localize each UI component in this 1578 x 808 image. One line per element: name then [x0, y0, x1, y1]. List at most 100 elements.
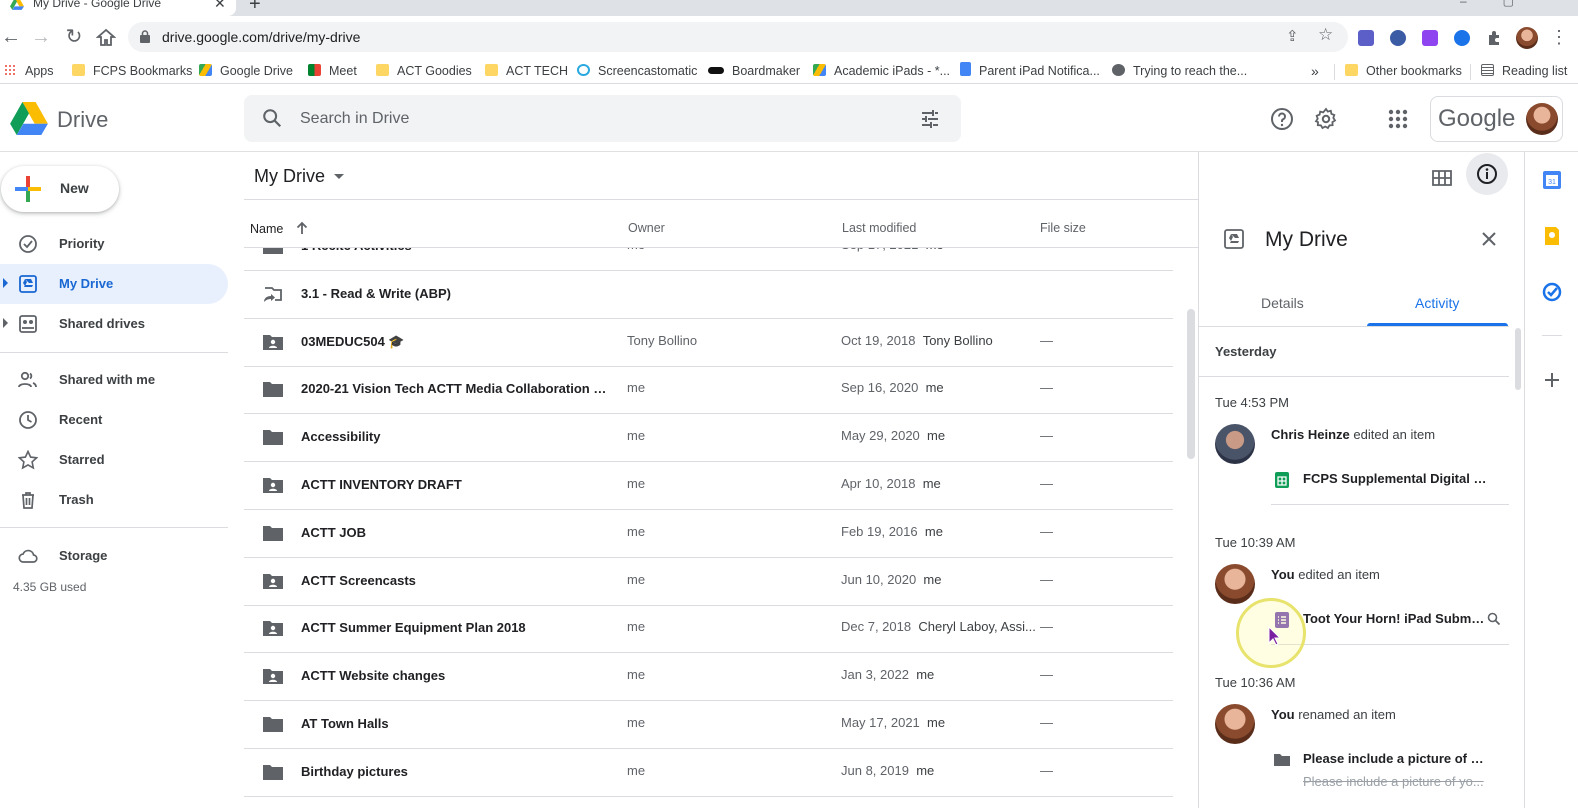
- bookmark-boardmaker[interactable]: Boardmaker: [708, 62, 800, 80]
- bookmark-trying-to-reach[interactable]: Trying to reach the...: [1112, 62, 1247, 80]
- file-last-modified: Jan 3, 2022 me: [841, 667, 935, 683]
- activity-avatar: [1215, 704, 1255, 744]
- purple-extension-icon[interactable]: [1422, 30, 1438, 46]
- file-name[interactable]: 2020-21 Vision Tech ACTT Media Collabora…: [301, 381, 611, 396]
- sidebar-item-starred[interactable]: Starred: [0, 440, 228, 480]
- sidebar-item-trash[interactable]: Trash: [0, 480, 228, 520]
- column-header-file-size[interactable]: File size: [1040, 221, 1086, 235]
- search-icon[interactable]: [1487, 612, 1501, 626]
- browser-menu-icon[interactable]: ⋮: [1548, 23, 1570, 51]
- file-name[interactable]: Accessibility: [301, 429, 381, 444]
- extensions-puzzle-icon[interactable]: [1486, 30, 1502, 46]
- file-name[interactable]: 03MEDUC504 🎓: [301, 334, 405, 350]
- breadcrumb-dropdown-icon[interactable]: [334, 174, 344, 179]
- sidebar-item-storage[interactable]: Storage: [0, 536, 228, 576]
- home-icon[interactable]: [96, 28, 116, 46]
- google-drive-logo-icon[interactable]: [10, 102, 48, 136]
- search-options-icon[interactable]: [920, 109, 940, 129]
- bookmark-act-goodies[interactable]: ACT Goodies: [376, 62, 472, 80]
- column-header-last-modified[interactable]: Last modified: [842, 221, 916, 235]
- table-row[interactable]: 3.1 - Read & Write (ABP): [244, 271, 1173, 319]
- account-avatar[interactable]: [1526, 103, 1558, 135]
- bookmark-fcps[interactable]: FCPS Bookmarks: [72, 62, 192, 80]
- table-row[interactable]: ACTT Summer Equipment Plan 2018 me Dec 7, …: [244, 605, 1173, 654]
- other-bookmarks[interactable]: Other bookmarks: [1345, 62, 1462, 80]
- bookmark-meet[interactable]: Meet: [308, 62, 357, 80]
- table-row[interactable]: ACTT Website changes me Jan 3, 2022 me —: [244, 653, 1173, 702]
- file-name[interactable]: 1 Recite Activities: [301, 248, 412, 253]
- google-account-button[interactable]: Google: [1430, 96, 1563, 142]
- teams-extension-icon[interactable]: [1358, 30, 1374, 46]
- bookmark-screencastomatic[interactable]: Screencastomatic: [577, 62, 697, 80]
- back-arrow-icon[interactable]: ←: [0, 23, 22, 51]
- file-name[interactable]: AT Town Halls: [301, 716, 389, 731]
- search-input[interactable]: Search in Drive: [300, 110, 409, 128]
- google-calendar-icon[interactable]: 31: [1542, 170, 1562, 190]
- file-name[interactable]: 3.1 - Read & Write (ABP): [301, 286, 451, 301]
- file-name[interactable]: ACTT JOB: [301, 525, 366, 540]
- bookmarks-overflow-icon[interactable]: »: [1311, 62, 1319, 80]
- activity-file-link[interactable]: Toot Your Horn! iPad Submiss...: [1303, 611, 1487, 626]
- browser-tab[interactable]: My Drive - Google Drive ✕: [0, 0, 236, 16]
- file-name[interactable]: Birthday pictures: [301, 764, 408, 779]
- tab-activity[interactable]: Activity: [1415, 295, 1459, 311]
- google-tasks-icon[interactable]: [1542, 282, 1562, 302]
- activity-file-link[interactable]: FCPS Supplemental Digital To...: [1303, 471, 1487, 486]
- sidebar-item-shared-drives[interactable]: Shared drives: [0, 304, 228, 344]
- tab-close-icon[interactable]: ✕: [214, 0, 226, 12]
- tab-details[interactable]: Details: [1261, 295, 1304, 311]
- add-addon-plus-icon[interactable]: [1542, 370, 1562, 390]
- k-extension-icon[interactable]: [1390, 30, 1406, 46]
- google-apps-icon[interactable]: [1386, 107, 1410, 131]
- app-name[interactable]: Drive: [57, 107, 108, 133]
- sidebar-item-my-drive[interactable]: My Drive: [0, 264, 228, 304]
- reading-list[interactable]: Reading list: [1481, 62, 1567, 80]
- table-row[interactable]: ACTT INVENTORY DRAFT me Apr 10, 2018 me —: [244, 462, 1173, 510]
- reload-icon[interactable]: ↻: [63, 23, 85, 51]
- help-icon[interactable]: [1270, 107, 1294, 131]
- new-tab-button[interactable]: +: [249, 0, 261, 16]
- bookmark-star-icon[interactable]: ☆: [1318, 25, 1333, 45]
- sidebar-item-shared-with-me[interactable]: Shared with me: [0, 360, 228, 400]
- search-bar[interactable]: Search in Drive: [244, 95, 961, 142]
- table-row[interactable]: Accessibility me May 29, 2020 me —: [244, 414, 1173, 463]
- blue-extension-icon[interactable]: [1454, 30, 1470, 46]
- sidebar-item-priority[interactable]: Priority: [0, 224, 228, 264]
- table-row[interactable]: AT Town Halls me May 17, 2021 me —: [244, 701, 1173, 749]
- search-icon[interactable]: [261, 107, 283, 129]
- breadcrumb-my-drive[interactable]: My Drive: [254, 166, 325, 187]
- bookmark-parent-ipad[interactable]: Parent iPad Notifica...: [960, 62, 1100, 80]
- file-list-scrollbar[interactable]: [1187, 309, 1195, 459]
- table-row[interactable]: 2020-21 Vision Tech ACTT Media Collabora…: [244, 366, 1173, 415]
- sidebar-item-recent[interactable]: Recent: [0, 400, 228, 440]
- file-name[interactable]: ACTT INVENTORY DRAFT: [301, 477, 462, 492]
- table-row[interactable]: 03MEDUC504 🎓 Tony Bollino Oct 19, 2018 Ton…: [244, 319, 1173, 367]
- column-header-owner[interactable]: Owner: [628, 221, 665, 235]
- profile-avatar[interactable]: [1516, 27, 1538, 49]
- table-row[interactable]: Birthday pictures me Jun 8, 2019 me —: [244, 749, 1173, 797]
- close-icon[interactable]: [1479, 229, 1499, 249]
- bookmark-act-tech[interactable]: ACT TECH: [485, 62, 568, 80]
- table-row[interactable]: ACTT Screencasts me Jun 10, 2020 me —: [244, 558, 1173, 606]
- google-keep-icon[interactable]: [1542, 226, 1562, 246]
- forward-arrow-icon[interactable]: →: [30, 23, 52, 51]
- expand-caret-icon[interactable]: [3, 318, 8, 328]
- share-icon[interactable]: ⇪: [1286, 27, 1299, 45]
- window-controls[interactable]: –▢: [1460, 0, 1550, 8]
- table-row[interactable]: 1 Recite Activities me Sep 17, 2021 me —: [244, 248, 1173, 271]
- sort-ascending-arrow-icon[interactable]: [295, 221, 309, 235]
- details-scrollbar[interactable]: [1515, 328, 1521, 390]
- bookmark-academic-ipads[interactable]: Academic iPads - *...: [813, 62, 950, 80]
- address-bar[interactable]: drive.google.com/drive/my-drive ⇪ ☆: [128, 22, 1348, 52]
- settings-gear-icon[interactable]: [1314, 107, 1338, 131]
- bookmark-apps[interactable]: Apps: [4, 62, 54, 80]
- new-button[interactable]: New: [1, 166, 119, 212]
- expand-caret-icon[interactable]: [3, 278, 8, 288]
- file-name[interactable]: ACTT Screencasts: [301, 573, 416, 588]
- bookmark-google-drive[interactable]: Google Drive: [199, 62, 293, 80]
- activity-file-link[interactable]: Please include a picture of yo...: [1303, 751, 1487, 766]
- column-header-name[interactable]: Name: [250, 221, 309, 236]
- file-name[interactable]: ACTT Website changes: [301, 668, 445, 683]
- file-name[interactable]: ACTT Summer Equipment Plan 2018: [301, 620, 526, 635]
- table-row[interactable]: ACTT JOB me Feb 19, 2016 me —: [244, 510, 1173, 558]
